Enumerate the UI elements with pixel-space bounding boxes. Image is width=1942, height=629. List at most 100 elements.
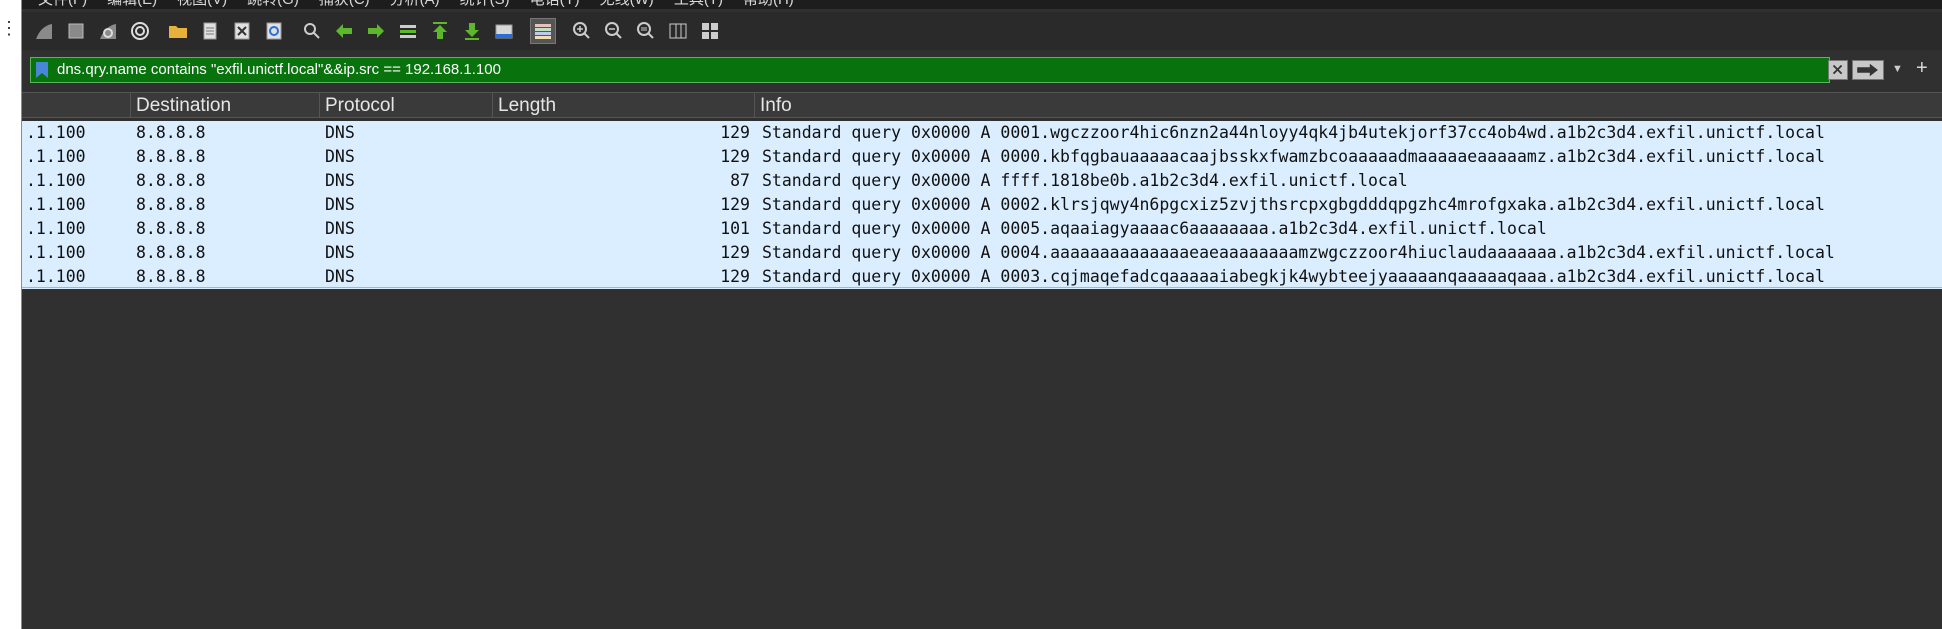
go-last-packet-button[interactable] xyxy=(460,19,484,43)
folder-icon xyxy=(169,26,187,38)
reload-file-button[interactable] xyxy=(262,19,286,43)
menu-tools[interactable]: 工具(T) xyxy=(674,0,723,9)
cell-protocol: DNS xyxy=(325,219,355,238)
arrow-up-icon xyxy=(433,22,447,39)
cell-length: 129 xyxy=(720,243,750,262)
cell-length: 129 xyxy=(720,147,750,166)
auto-scroll-icon xyxy=(495,24,513,39)
left-side-panel: ⋮ xyxy=(0,0,21,629)
cell-destination: 8.8.8.8 xyxy=(136,171,206,190)
menu-analyze[interactable]: 分析(A) xyxy=(390,0,440,9)
packet-list: .1.100 8.8.8.8 DNS 129 Standard query 0x… xyxy=(22,121,1942,289)
table-row[interactable]: .1.100 8.8.8.8 DNS 129 Standard query 0x… xyxy=(22,193,1942,217)
column-header-destination[interactable]: Destination xyxy=(131,93,320,117)
add-filter-button-icon[interactable]: + xyxy=(1916,57,1928,80)
column-header-protocol[interactable]: Protocol xyxy=(320,93,493,117)
cell-info: Standard query 0x0000 A 0001.wgczzoor4hi… xyxy=(762,123,1825,142)
apply-filter-button[interactable] xyxy=(1852,60,1884,80)
menu-edit[interactable]: 编辑(E) xyxy=(107,0,157,9)
zoom-in-button[interactable] xyxy=(570,19,594,43)
menu-telephony[interactable]: 电话(Y) xyxy=(530,0,580,9)
table-row[interactable]: .1.100 8.8.8.8 DNS 129 Standard query 0x… xyxy=(22,121,1942,145)
table-row[interactable]: .1.100 8.8.8.8 DNS 87 Standard query 0x0… xyxy=(22,169,1942,193)
display-filter-bar: dns.qry.name contains "exfil.unictf.loca… xyxy=(30,57,1930,83)
zoom-out-button[interactable] xyxy=(602,19,626,43)
column-header-info[interactable]: Info xyxy=(755,93,1942,117)
reload-icon xyxy=(266,22,282,40)
capture-options-button[interactable] xyxy=(128,19,152,43)
stop-capture-button[interactable] xyxy=(64,19,88,43)
go-first-packet-button[interactable] xyxy=(428,19,452,43)
menu-wireless[interactable]: 无线(W) xyxy=(600,0,654,9)
column-header-length[interactable]: Length xyxy=(493,93,755,117)
cell-length: 129 xyxy=(720,195,750,214)
arrow-right-icon xyxy=(1857,63,1878,77)
magnifier-icon xyxy=(304,23,320,39)
close-icon xyxy=(1832,64,1843,75)
cell-source: .1.100 xyxy=(26,267,86,286)
menu-statistics[interactable]: 统计(S) xyxy=(460,0,510,9)
menu-view[interactable]: 视图(V) xyxy=(177,0,227,9)
wireshark-window: 文件(F) 编辑(E) 视图(V) 跳转(G) 捕获(C) 分析(A) 统计(S… xyxy=(21,0,1942,629)
colorize-button[interactable] xyxy=(530,18,556,44)
cell-source: .1.100 xyxy=(26,147,86,166)
go-back-button[interactable] xyxy=(332,19,356,43)
layout-button[interactable] xyxy=(698,19,722,43)
packet-list-header: Destination Protocol Length Info xyxy=(22,92,1942,118)
cell-info: Standard query 0x0000 A 0003.cqjmaqefadc… xyxy=(762,267,1825,286)
cell-length: 87 xyxy=(730,171,750,190)
table-row[interactable]: .1.100 8.8.8.8 DNS 129 Standard query 0x… xyxy=(22,241,1942,265)
menu-help[interactable]: 帮助(H) xyxy=(743,0,794,9)
open-file-button[interactable] xyxy=(166,19,190,43)
auto-scroll-button[interactable] xyxy=(492,19,516,43)
cell-source: .1.100 xyxy=(26,243,86,262)
arrow-down-icon xyxy=(465,23,479,40)
cell-protocol: DNS xyxy=(325,243,355,262)
cell-source: .1.100 xyxy=(26,219,86,238)
bookmark-icon[interactable] xyxy=(35,61,49,79)
cell-source: .1.100 xyxy=(26,171,86,190)
cell-info: Standard query 0x0000 A 0002.klrsjqwy4n6… xyxy=(762,195,1825,214)
resize-columns-button[interactable] xyxy=(666,19,690,43)
start-capture-button[interactable] xyxy=(32,19,56,43)
gear-icon xyxy=(131,22,149,40)
go-to-packet-button[interactable] xyxy=(396,19,420,43)
cell-source: .1.100 xyxy=(26,123,86,142)
filter-expression[interactable]: dns.qry.name contains "exfil.unictf.loca… xyxy=(57,61,501,78)
restart-capture-button[interactable] xyxy=(96,19,120,43)
goto-packet-icon xyxy=(400,25,416,38)
filter-history-dropdown[interactable]: ▼ xyxy=(1892,63,1903,75)
cell-source: .1.100 xyxy=(26,195,86,214)
cell-protocol: DNS xyxy=(325,171,355,190)
restart-fin-icon xyxy=(100,24,116,39)
stop-icon xyxy=(68,23,84,39)
menu-capture[interactable]: 捕获(C) xyxy=(319,0,370,9)
resize-columns-icon xyxy=(669,23,687,39)
cell-length: 129 xyxy=(720,267,750,286)
clear-filter-button[interactable] xyxy=(1828,60,1848,80)
go-forward-button[interactable] xyxy=(364,19,388,43)
zoom-reset-button[interactable] xyxy=(634,19,658,43)
close-file-button[interactable] xyxy=(230,19,254,43)
more-options-icon[interactable]: ⋮ xyxy=(0,18,18,39)
cell-info: Standard query 0x0000 A 0000.kbfqgbauaaa… xyxy=(762,147,1825,166)
table-row[interactable]: .1.100 8.8.8.8 DNS 129 Standard query 0x… xyxy=(22,265,1942,289)
cell-protocol: DNS xyxy=(325,195,355,214)
display-filter-input[interactable]: dns.qry.name contains "exfil.unictf.loca… xyxy=(30,57,1830,83)
zoom-out-icon xyxy=(605,22,622,39)
find-packet-button[interactable] xyxy=(300,19,324,43)
zoom-in-icon xyxy=(573,22,590,39)
packet-list-divider xyxy=(22,287,1942,288)
menu-go[interactable]: 跳转(G) xyxy=(247,0,299,9)
column-header-source[interactable] xyxy=(22,93,131,117)
table-row[interactable]: .1.100 8.8.8.8 DNS 129 Standard query 0x… xyxy=(22,145,1942,169)
cell-length: 101 xyxy=(720,219,750,238)
menu-file[interactable]: 文件(F) xyxy=(38,0,87,9)
cell-info: Standard query 0x0000 A 0004.aaaaaaaaaaa… xyxy=(762,243,1835,262)
save-file-button[interactable] xyxy=(198,19,222,43)
cell-destination: 8.8.8.8 xyxy=(136,123,206,142)
close-file-icon xyxy=(234,22,250,40)
cell-info: Standard query 0x0000 A ffff.1818be0b.a1… xyxy=(762,171,1408,190)
table-row[interactable]: .1.100 8.8.8.8 DNS 101 Standard query 0x… xyxy=(22,217,1942,241)
cell-destination: 8.8.8.8 xyxy=(136,267,206,286)
